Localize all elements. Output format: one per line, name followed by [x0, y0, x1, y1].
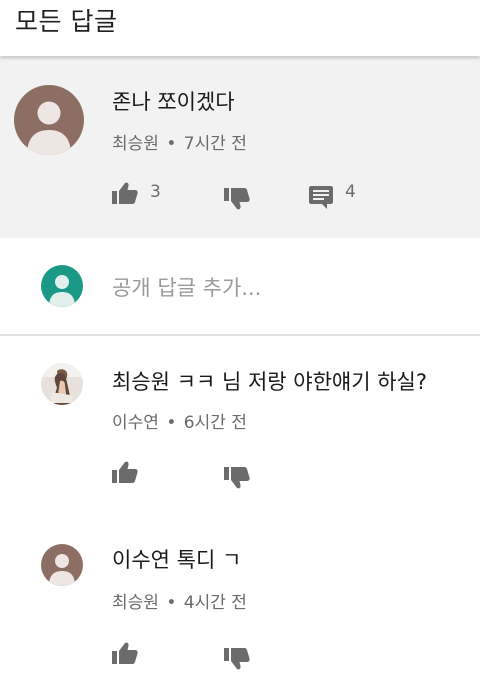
reply-time: 6시간 전 — [183, 413, 247, 433]
comment-text: 존나 쪼이겠다 — [112, 90, 235, 114]
reply-text: 최승원 ㅋㅋ 님 저랑 야한얘기 하실? — [112, 370, 428, 394]
meta-separator: • — [166, 593, 177, 613]
reply-meta: 이수연 • 6시간 전 — [112, 408, 247, 433]
thumbs-down-icon — [224, 648, 250, 670]
like-button[interactable] — [112, 641, 138, 665]
reply-button[interactable] — [309, 185, 333, 209]
reply-meta: 최승원 • 4시간 전 — [112, 588, 247, 613]
reply-avatar[interactable] — [41, 544, 83, 586]
parent-comment: 존나 쪼이겠다 최승원 • 7시간 전 3 4 — [0, 57, 480, 238]
thumbs-down-icon — [224, 188, 250, 210]
thumbs-up-icon — [112, 461, 138, 483]
user-avatar — [41, 265, 83, 307]
comment-icon — [309, 186, 333, 209]
comment-author[interactable]: 최승원 — [112, 134, 159, 154]
reply-avatar[interactable] — [41, 363, 83, 405]
reply-count: 4 — [345, 182, 356, 202]
reply-author[interactable]: 이수연 — [112, 413, 159, 433]
dislike-button[interactable] — [224, 187, 250, 211]
avatar[interactable] — [14, 85, 84, 155]
reply-time: 4시간 전 — [183, 593, 247, 613]
comment-time: 7시간 전 — [183, 134, 247, 154]
reply-author[interactable]: 최승원 — [112, 593, 159, 613]
meta-separator: • — [166, 413, 177, 433]
divider — [0, 334, 480, 336]
meta-separator: • — [166, 134, 177, 154]
comment-meta: 최승원 • 7시간 전 — [112, 129, 247, 154]
reply-text: 이수연 톡디 ㄱ — [112, 548, 242, 572]
dislike-button[interactable] — [224, 466, 250, 490]
thumbs-down-icon — [224, 467, 250, 489]
thumbs-up-icon — [112, 182, 138, 204]
add-reply-input[interactable]: 공개 답글 추가... — [112, 272, 261, 302]
like-button[interactable] — [112, 460, 138, 484]
page-title: 모든 답글 — [15, 7, 118, 36]
app-header: 모든 답글 — [0, 0, 480, 56]
dislike-button[interactable] — [224, 647, 250, 671]
like-button[interactable] — [112, 181, 138, 205]
thumbs-up-icon — [112, 642, 138, 664]
like-count: 3 — [150, 182, 161, 202]
